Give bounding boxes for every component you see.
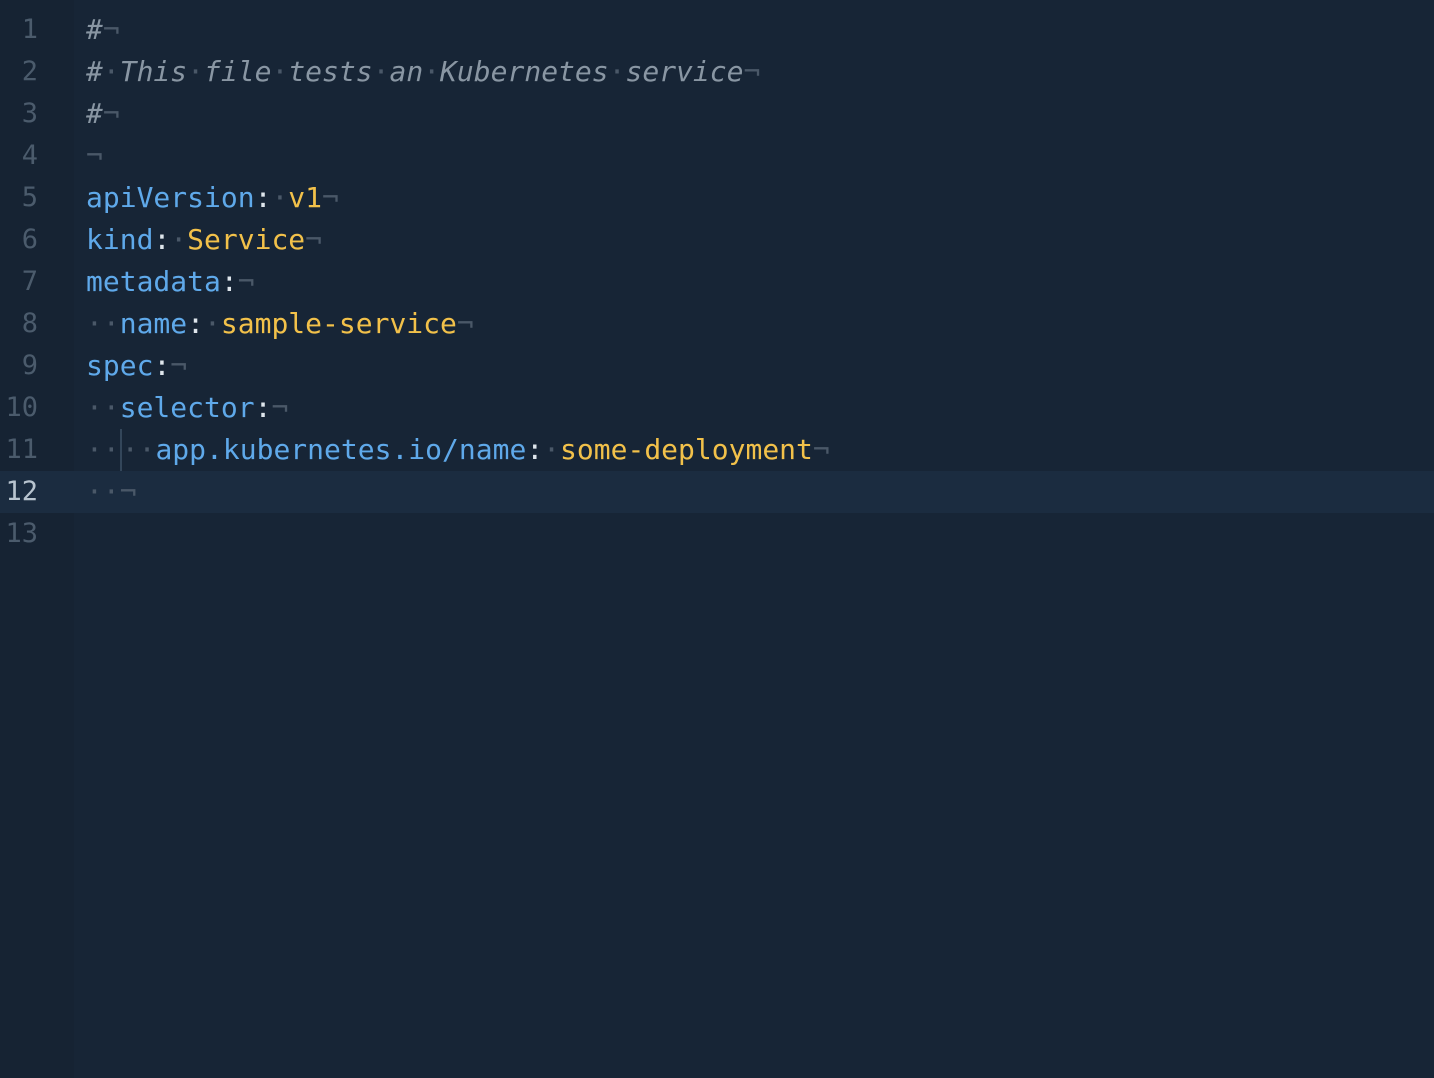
line-number: 2 xyxy=(21,56,38,87)
yaml-key: selector xyxy=(119,391,255,424)
whitespace-marker: ·· xyxy=(86,391,120,424)
eol-marker: ¬ xyxy=(743,55,761,88)
comment-token: # xyxy=(86,55,103,88)
line-number: 9 xyxy=(21,350,38,381)
comment-token: an xyxy=(389,55,424,88)
whitespace-marker: · xyxy=(608,55,626,88)
code-line[interactable]: 6 kind:·Service¬ xyxy=(0,219,1434,261)
line-number: 11 xyxy=(5,434,38,465)
comment-token: service xyxy=(625,55,744,88)
yaml-key: name xyxy=(119,307,188,340)
line-content: spec:¬ xyxy=(86,345,187,387)
line-content: #¬ xyxy=(86,93,120,135)
line-content: ··¬ xyxy=(86,471,137,513)
code-line[interactable]: 10 ··selector:¬ xyxy=(0,387,1434,429)
colon-token: : xyxy=(220,265,238,298)
colon-token: : xyxy=(526,433,544,466)
yaml-key: apiVersion xyxy=(86,181,255,214)
line-content: metadata:¬ xyxy=(86,261,255,303)
line-content: #¬ xyxy=(86,9,120,51)
line-number: 6 xyxy=(21,224,38,255)
line-number: 4 xyxy=(21,140,38,171)
line-content: ¬ xyxy=(86,135,103,177)
whitespace-marker: · xyxy=(543,433,561,466)
eol-marker: ¬ xyxy=(271,391,289,424)
eol-marker: ¬ xyxy=(102,13,120,46)
whitespace-marker: · xyxy=(102,55,120,88)
comment-token: tests xyxy=(288,55,373,88)
yaml-value: Service xyxy=(187,223,306,256)
comment-token: # xyxy=(86,97,103,130)
yaml-key: kind xyxy=(86,223,154,256)
line-content: ····app.kubernetes.io/name:·some-deploym… xyxy=(86,429,830,471)
whitespace-marker: · xyxy=(204,307,221,340)
code-line[interactable]: 3 #¬ xyxy=(0,93,1434,135)
yaml-key: app.kubernetes.io/name xyxy=(155,433,527,466)
line-number: 10 xyxy=(5,392,38,423)
whitespace-marker: · xyxy=(187,55,205,88)
eol-marker: ¬ xyxy=(456,307,474,340)
colon-token: : xyxy=(254,391,272,424)
code-line[interactable]: 4 ¬ xyxy=(0,135,1434,177)
code-line[interactable]: 5 apiVersion:·v1¬ xyxy=(0,177,1434,219)
code-line[interactable]: 8 ··name:·sample-service¬ xyxy=(0,303,1434,345)
code-editor[interactable]: 1 #¬ 2 #·This·file·tests·an·Kubernetes·serv… xyxy=(0,0,1434,1078)
line-content: ··selector:¬ xyxy=(86,387,288,429)
line-number: 8 xyxy=(21,308,38,339)
comment-token: Kubernetes xyxy=(440,55,609,88)
whitespace-marker: ·· xyxy=(86,475,120,508)
whitespace-marker: ·· xyxy=(86,307,120,340)
eol-marker: ¬ xyxy=(170,349,188,382)
line-number: 1 xyxy=(21,14,38,45)
yaml-value: v1 xyxy=(288,181,323,214)
comment-token: # xyxy=(86,13,103,46)
eol-marker: ¬ xyxy=(305,223,323,256)
yaml-key: spec xyxy=(86,349,154,382)
code-line[interactable]: 11 ····app.kubernetes.io/name:·some-deplo… xyxy=(0,429,1434,471)
whitespace-marker: · xyxy=(423,55,441,88)
code-line[interactable]: 12 ··¬ xyxy=(0,471,1434,513)
code-line[interactable]: 1 #¬ xyxy=(0,9,1434,51)
code-line[interactable]: 9 spec:¬ xyxy=(0,345,1434,387)
code-line[interactable]: 13 xyxy=(0,513,1434,555)
line-number: 3 xyxy=(21,98,38,129)
line-content: apiVersion:·v1¬ xyxy=(86,177,339,219)
code-line[interactable]: 2 #·This·file·tests·an·Kubernetes·service… xyxy=(0,51,1434,93)
eol-marker: ¬ xyxy=(86,139,103,172)
yaml-value: sample-service xyxy=(220,307,457,340)
line-content: ··name:·sample-service¬ xyxy=(86,303,474,345)
yaml-value: some-deployment xyxy=(560,433,813,466)
code-line[interactable]: 7 metadata:¬ xyxy=(0,261,1434,303)
colon-token: : xyxy=(254,181,272,214)
comment-token: This xyxy=(119,55,188,88)
line-number: 13 xyxy=(5,518,38,549)
line-content: kind:·Service¬ xyxy=(86,219,322,261)
line-number: 5 xyxy=(21,182,38,213)
colon-token: : xyxy=(153,349,171,382)
line-number: 12 xyxy=(5,476,38,507)
whitespace-marker: ·· xyxy=(86,433,120,466)
whitespace-marker: · xyxy=(271,55,289,88)
whitespace-marker: · xyxy=(170,223,188,256)
comment-token: file xyxy=(204,55,272,88)
eol-marker: ¬ xyxy=(237,265,255,298)
line-content: #·This·file·tests·an·Kubernetes·service¬ xyxy=(86,51,760,93)
colon-token: : xyxy=(187,307,205,340)
eol-marker: ¬ xyxy=(322,181,339,214)
whitespace-marker: · xyxy=(271,181,289,214)
yaml-key: metadata xyxy=(86,265,221,298)
whitespace-marker: · xyxy=(372,55,390,88)
eol-marker: ¬ xyxy=(102,97,120,130)
eol-marker: ¬ xyxy=(812,433,830,466)
whitespace-marker: ·· xyxy=(121,433,156,466)
line-number: 7 xyxy=(21,266,38,297)
colon-token: : xyxy=(153,223,171,256)
eol-marker: ¬ xyxy=(119,475,137,508)
